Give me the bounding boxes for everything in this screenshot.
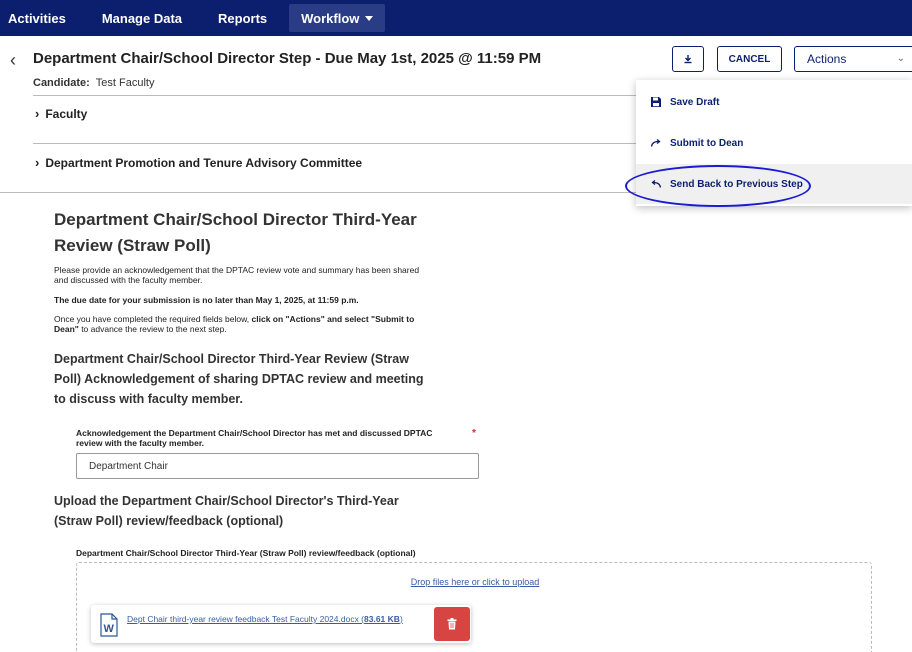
nav-manage-data[interactable]: Manage Data bbox=[84, 0, 200, 36]
top-nav: Activities Manage Data Reports Workflow bbox=[0, 0, 912, 36]
section-faculty[interactable]: › Faculty bbox=[35, 106, 87, 121]
chevron-right-icon: › bbox=[35, 106, 40, 121]
menu-item-submit-to-dean[interactable]: Submit to Dean bbox=[636, 123, 912, 163]
candidate-value: Test Faculty bbox=[95, 77, 155, 89]
instruction-part-c: to advance the review to the next step. bbox=[78, 324, 227, 334]
highlight-annotation bbox=[625, 165, 811, 207]
back-chevron-icon[interactable]: ‹ bbox=[10, 51, 16, 69]
delete-file-button[interactable] bbox=[434, 607, 470, 641]
divider bbox=[33, 95, 636, 96]
due-date-bold: The due date for your submission is no l… bbox=[54, 295, 359, 305]
required-marker: * bbox=[472, 428, 476, 439]
section-faculty-label: Faculty bbox=[45, 106, 88, 121]
acknowledgement-label: Acknowledgement the Department Chair/Sch… bbox=[76, 428, 433, 448]
forward-arrow-icon bbox=[650, 138, 661, 147]
instruction-next-step: Once you have completed the required fie… bbox=[54, 314, 434, 334]
uploaded-file-card: W Dept Chair third-year review feedback … bbox=[91, 605, 471, 643]
nav-activities[interactable]: Activities bbox=[0, 0, 84, 36]
section-dptac[interactable]: › Department Promotion and Tenure Adviso… bbox=[35, 155, 362, 170]
svg-text:W: W bbox=[104, 623, 115, 635]
divider bbox=[33, 143, 636, 144]
nav-workflow-label: Workflow bbox=[301, 10, 360, 26]
upload-field-label: Department Chair/School Director Third-Y… bbox=[76, 548, 416, 558]
caret-down-icon bbox=[365, 15, 374, 21]
file-dropzone[interactable]: Drop files here or click to upload W Dep… bbox=[76, 562, 872, 652]
instruction-part-a: Once you have completed the required fie… bbox=[54, 314, 252, 324]
cancel-button[interactable]: CANCEL bbox=[717, 46, 782, 72]
section-dptac-label: Department Promotion and Tenure Advisory… bbox=[45, 155, 363, 170]
acknowledgement-input[interactable]: Department Chair bbox=[76, 453, 479, 479]
menu-item-label: Save Draft bbox=[670, 96, 720, 108]
actions-button[interactable]: Actions ⌄ bbox=[794, 46, 912, 72]
word-document-icon: W bbox=[100, 613, 118, 637]
instruction-text: Please provide an acknowledgement that t… bbox=[54, 265, 420, 285]
file-name: Dept Chair third-year review feedback Te… bbox=[127, 614, 365, 624]
chevron-right-icon: › bbox=[35, 155, 40, 170]
menu-item-label: Submit to Dean bbox=[670, 137, 744, 149]
menu-item-save-draft[interactable]: Save Draft bbox=[636, 82, 912, 122]
actions-label: Actions bbox=[807, 52, 847, 66]
candidate-label: Candidate: bbox=[33, 77, 90, 89]
page-title: Department Chair/School Director Step - … bbox=[33, 50, 542, 67]
candidate-info: Candidate: Test Faculty bbox=[33, 77, 154, 89]
file-link[interactable]: Dept Chair third-year review feedback Te… bbox=[127, 614, 437, 624]
upload-heading: Upload the Department Chair/School Direc… bbox=[54, 494, 399, 528]
due-date-text: The due date for your submission is no l… bbox=[54, 295, 434, 305]
upload-link[interactable]: Drop files here or click to upload bbox=[77, 577, 873, 587]
file-close-paren: ) bbox=[399, 614, 403, 624]
form-title: Department Chair/School Director Third-Y… bbox=[54, 210, 417, 255]
acknowledgement-heading: Department Chair/School Director Third-Y… bbox=[54, 352, 424, 406]
file-size: 83.61 KB bbox=[364, 614, 400, 624]
trash-icon bbox=[447, 618, 457, 630]
download-button[interactable] bbox=[672, 46, 704, 72]
divider bbox=[0, 192, 636, 193]
chevron-down-icon: ⌄ bbox=[896, 53, 905, 64]
save-icon bbox=[651, 97, 661, 107]
nav-workflow[interactable]: Workflow bbox=[289, 4, 386, 32]
download-icon bbox=[684, 55, 692, 64]
nav-reports[interactable]: Reports bbox=[200, 0, 285, 36]
